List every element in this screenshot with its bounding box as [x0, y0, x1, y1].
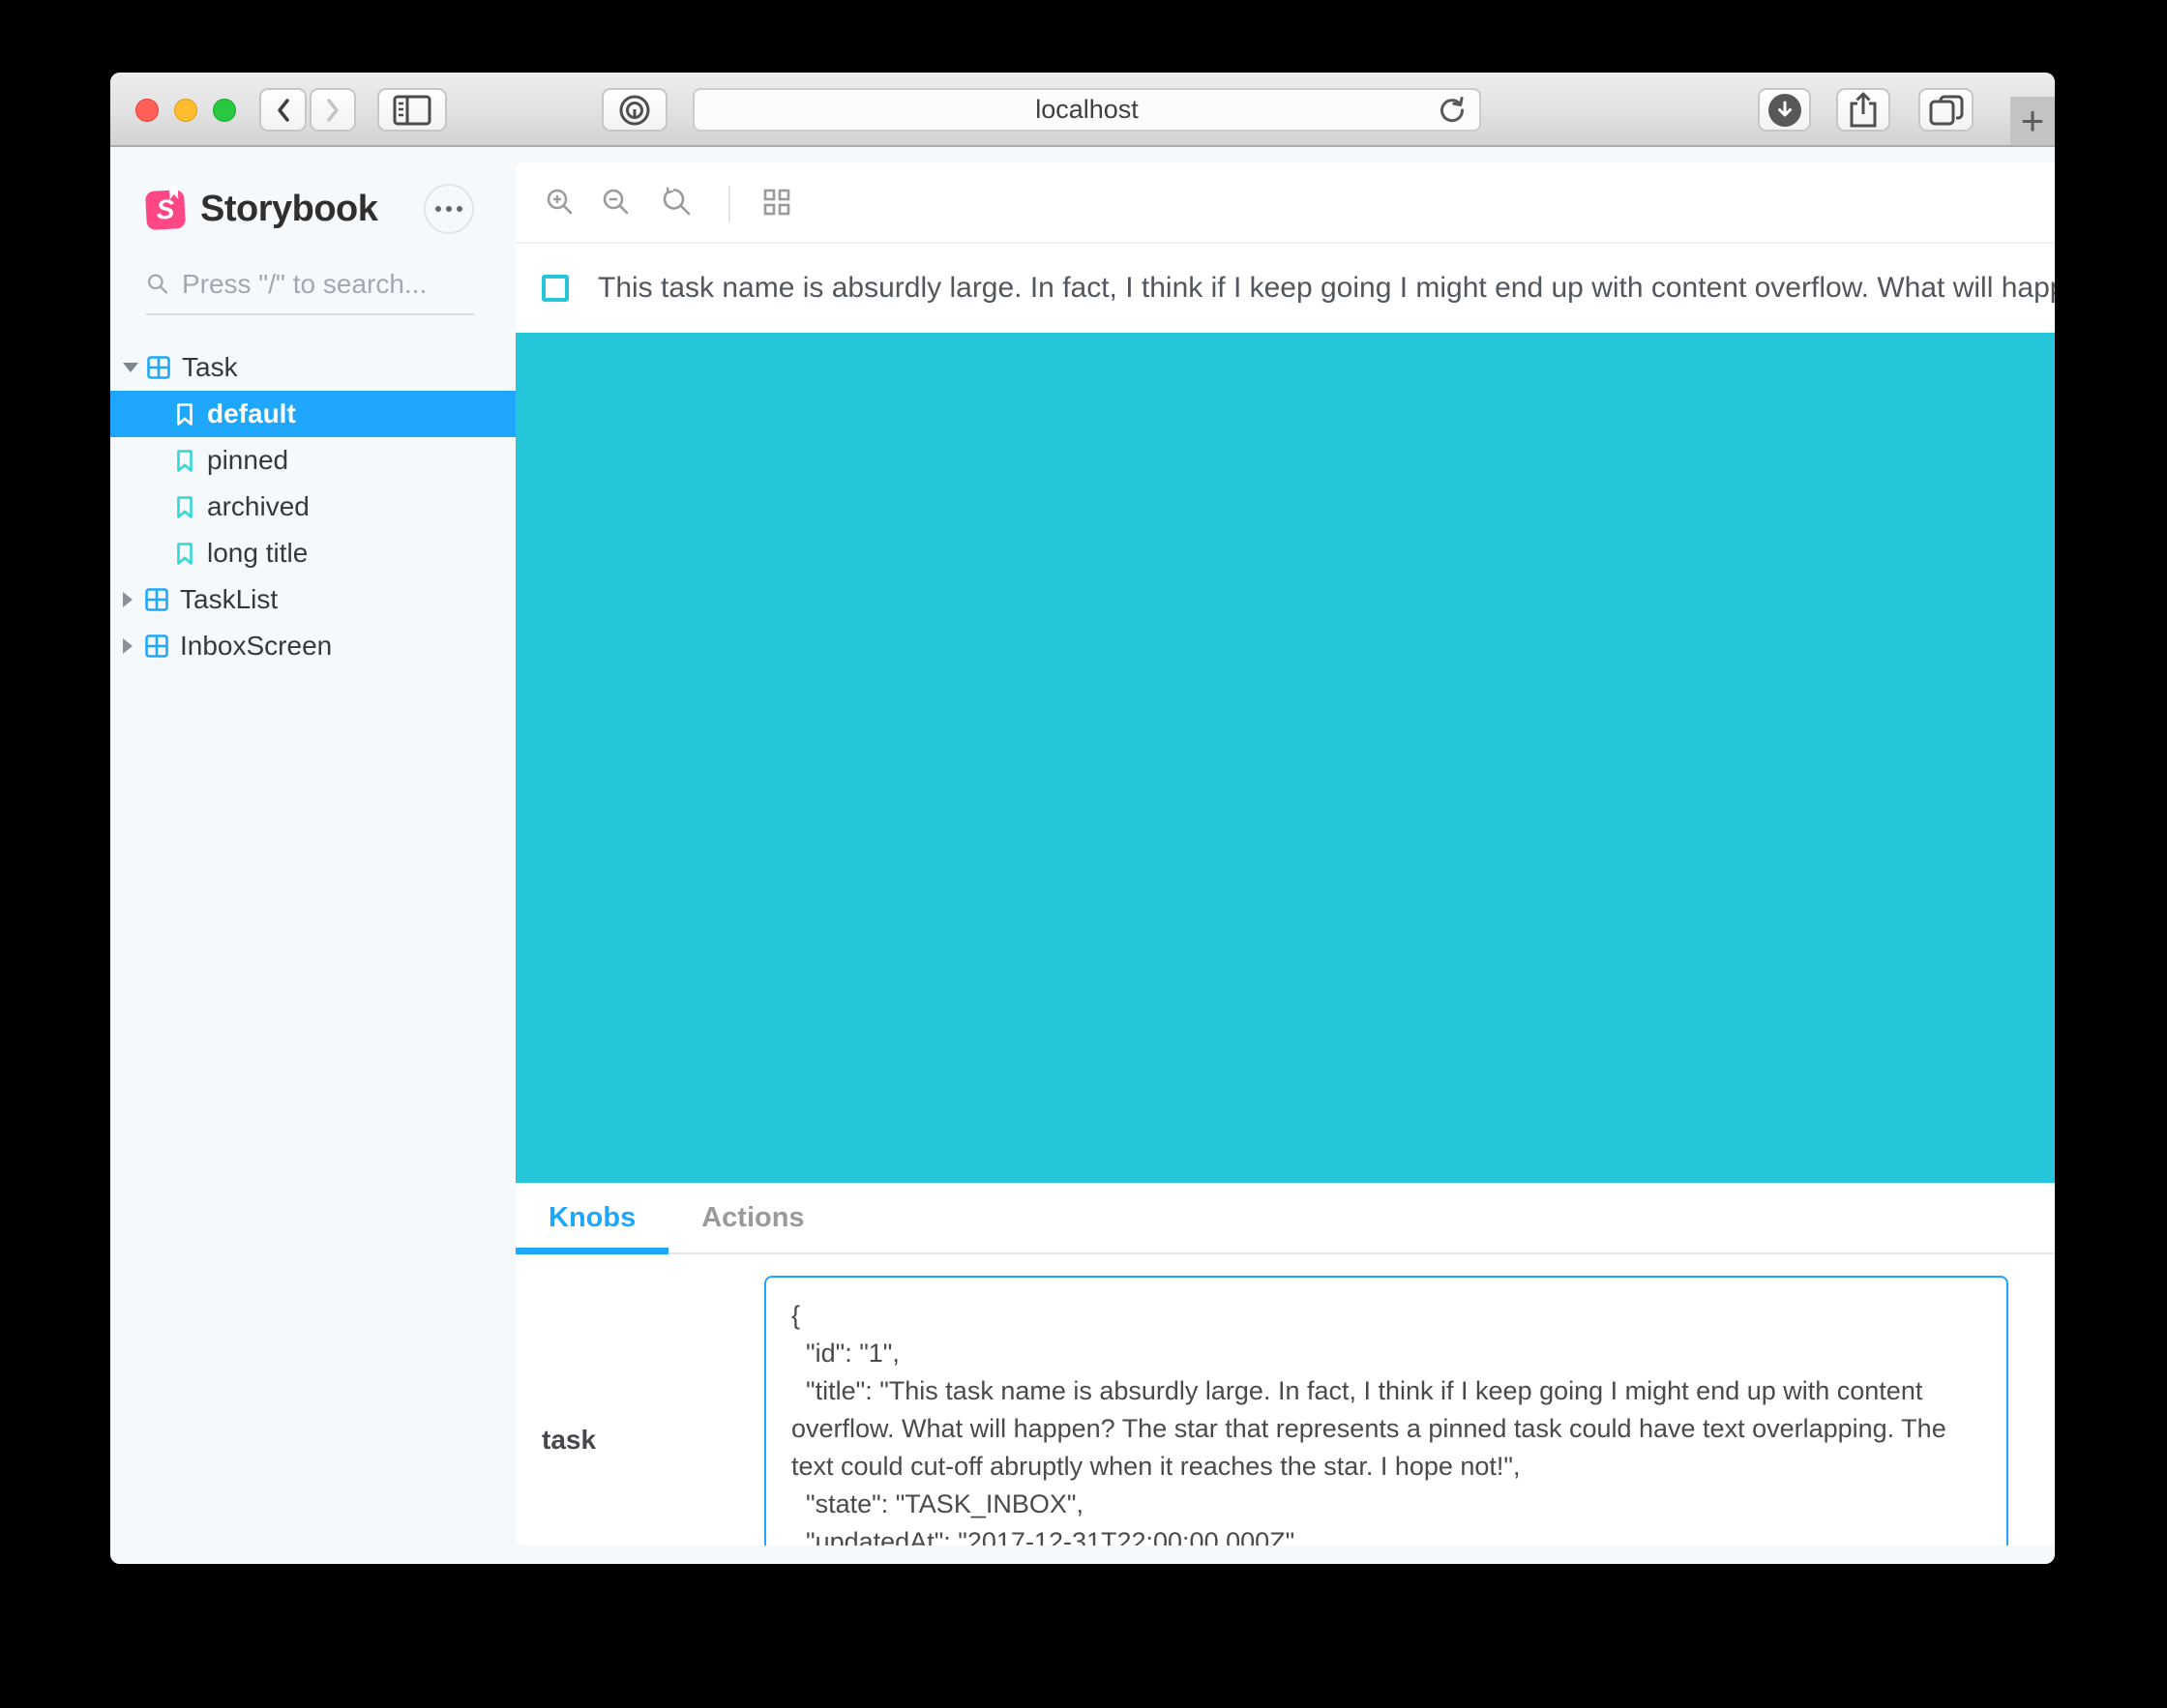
task-row: This task name is absurdly large. In fac…: [516, 244, 2055, 333]
tabs-icon: [1929, 95, 1963, 125]
share-page-button[interactable]: [1836, 88, 1890, 132]
zoom-out-button[interactable]: [601, 187, 632, 218]
sidebar-item-default[interactable]: default: [110, 391, 516, 437]
zoom-in-icon: [547, 189, 573, 215]
logo-letter: S: [155, 193, 176, 224]
password-manager-button[interactable]: [602, 88, 668, 132]
url-text: localhost: [1035, 95, 1139, 124]
titlebar[interactable]: localhost +: [110, 73, 2055, 147]
bookmark-icon: [177, 402, 193, 426]
sidebar-item-long-title[interactable]: long title: [110, 530, 516, 576]
expander-right-icon[interactable]: [123, 592, 133, 607]
addon-tabbar: Knobs Actions: [516, 1183, 2055, 1254]
tab-label: Actions: [701, 1201, 805, 1233]
zoom-window-button[interactable]: [213, 99, 236, 122]
new-tab-button[interactable]: +: [2010, 97, 2055, 145]
sidebar-item-label: pinned: [207, 445, 289, 475]
preview-panel: This task name is absurdly large. In fac…: [516, 162, 2055, 1546]
knob-label-task: task: [542, 1425, 597, 1455]
component-icon: [145, 588, 168, 611]
sidebar-item-inboxscreen[interactable]: InboxScreen: [110, 623, 516, 669]
browser-window: localhost + S Storybook Press "/" to sea…: [110, 73, 2055, 1564]
storybook-logo: S: [144, 189, 187, 230]
sidebar-item-archived[interactable]: archived: [110, 484, 516, 530]
close-window-button[interactable]: [135, 99, 159, 122]
sidebar: S Storybook Press "/" to search... Task …: [110, 147, 516, 1564]
tab-actions[interactable]: Actions: [668, 1183, 837, 1252]
sidebar-item-label: InboxScreen: [180, 631, 333, 661]
toolbar-divider: [728, 186, 730, 222]
sidebar-icon: [393, 95, 431, 125]
sidebar-item-pinned[interactable]: pinned: [110, 437, 516, 484]
task-checkbox[interactable]: [542, 275, 569, 302]
knobs-panel: task { "id": "1", "title": "This task na…: [516, 1254, 2055, 1546]
tab-knobs[interactable]: Knobs: [516, 1183, 669, 1254]
sidebar-toggle-button[interactable]: [377, 88, 447, 132]
traffic-lights: [135, 99, 236, 122]
knob-task-textarea[interactable]: { "id": "1", "title": "This task name is…: [764, 1276, 2008, 1546]
sidebar-item-label: TaskList: [180, 584, 279, 614]
expander-down-icon[interactable]: [123, 363, 138, 372]
task-title: This task name is absurdly large. In fac…: [598, 272, 2055, 304]
overflow-menu-button[interactable]: [424, 184, 474, 234]
sidebar-item-label: Task: [182, 352, 238, 382]
active-tab-underline: [516, 1248, 669, 1254]
bookmark-icon: [177, 495, 193, 518]
zoom-out-icon: [603, 189, 629, 215]
sidebar-item-tasklist[interactable]: TaskList: [110, 576, 516, 623]
minimize-window-button[interactable]: [174, 99, 197, 122]
component-icon: [145, 634, 168, 658]
chevron-left-icon: [277, 98, 289, 122]
chevron-right-icon: [327, 98, 339, 122]
onepassword-icon: [619, 95, 650, 125]
refresh-icon: [1440, 97, 1465, 123]
zoom-reset-icon: [663, 187, 691, 216]
search-input[interactable]: [181, 269, 474, 300]
bookmark-icon: [177, 449, 193, 472]
sidebar-item-label: default: [207, 398, 296, 428]
download-icon: [1767, 93, 1801, 127]
sidebar-item-label: long title: [207, 538, 309, 568]
forward-button[interactable]: [310, 88, 356, 132]
share-icon: [1850, 92, 1877, 127]
search-icon: [147, 274, 168, 294]
back-button[interactable]: [259, 88, 307, 132]
sidebar-item-task[interactable]: Task: [110, 344, 516, 391]
component-icon: [147, 356, 170, 379]
brand-title: Storybook: [200, 189, 378, 229]
tabs-overview-button[interactable]: [1918, 88, 1974, 132]
grid-button[interactable]: [762, 188, 791, 217]
downloads-button[interactable]: [1758, 88, 1811, 132]
zoom-in-button[interactable]: [545, 187, 576, 218]
page-content: S Storybook Press "/" to search... Task …: [110, 147, 2055, 1564]
zoom-reset-button[interactable]: [661, 187, 694, 218]
url-field[interactable]: localhost: [693, 88, 1481, 132]
main-area: This task name is absurdly large. In fac…: [516, 147, 2055, 1564]
sidebar-item-label: archived: [207, 491, 310, 521]
tab-label: Knobs: [549, 1201, 637, 1233]
ellipsis-icon: [435, 206, 462, 212]
story-tree: Task default pinned archived long title: [110, 344, 516, 669]
search-bar: [146, 269, 474, 315]
refresh-button[interactable]: [1437, 95, 1468, 133]
grid-icon: [763, 189, 790, 216]
expander-right-icon[interactable]: [123, 638, 133, 654]
story-canvas: [516, 333, 2055, 1183]
plus-icon: +: [2020, 98, 2045, 143]
bookmark-icon: [177, 542, 193, 565]
canvas-toolbar: [516, 162, 2055, 244]
